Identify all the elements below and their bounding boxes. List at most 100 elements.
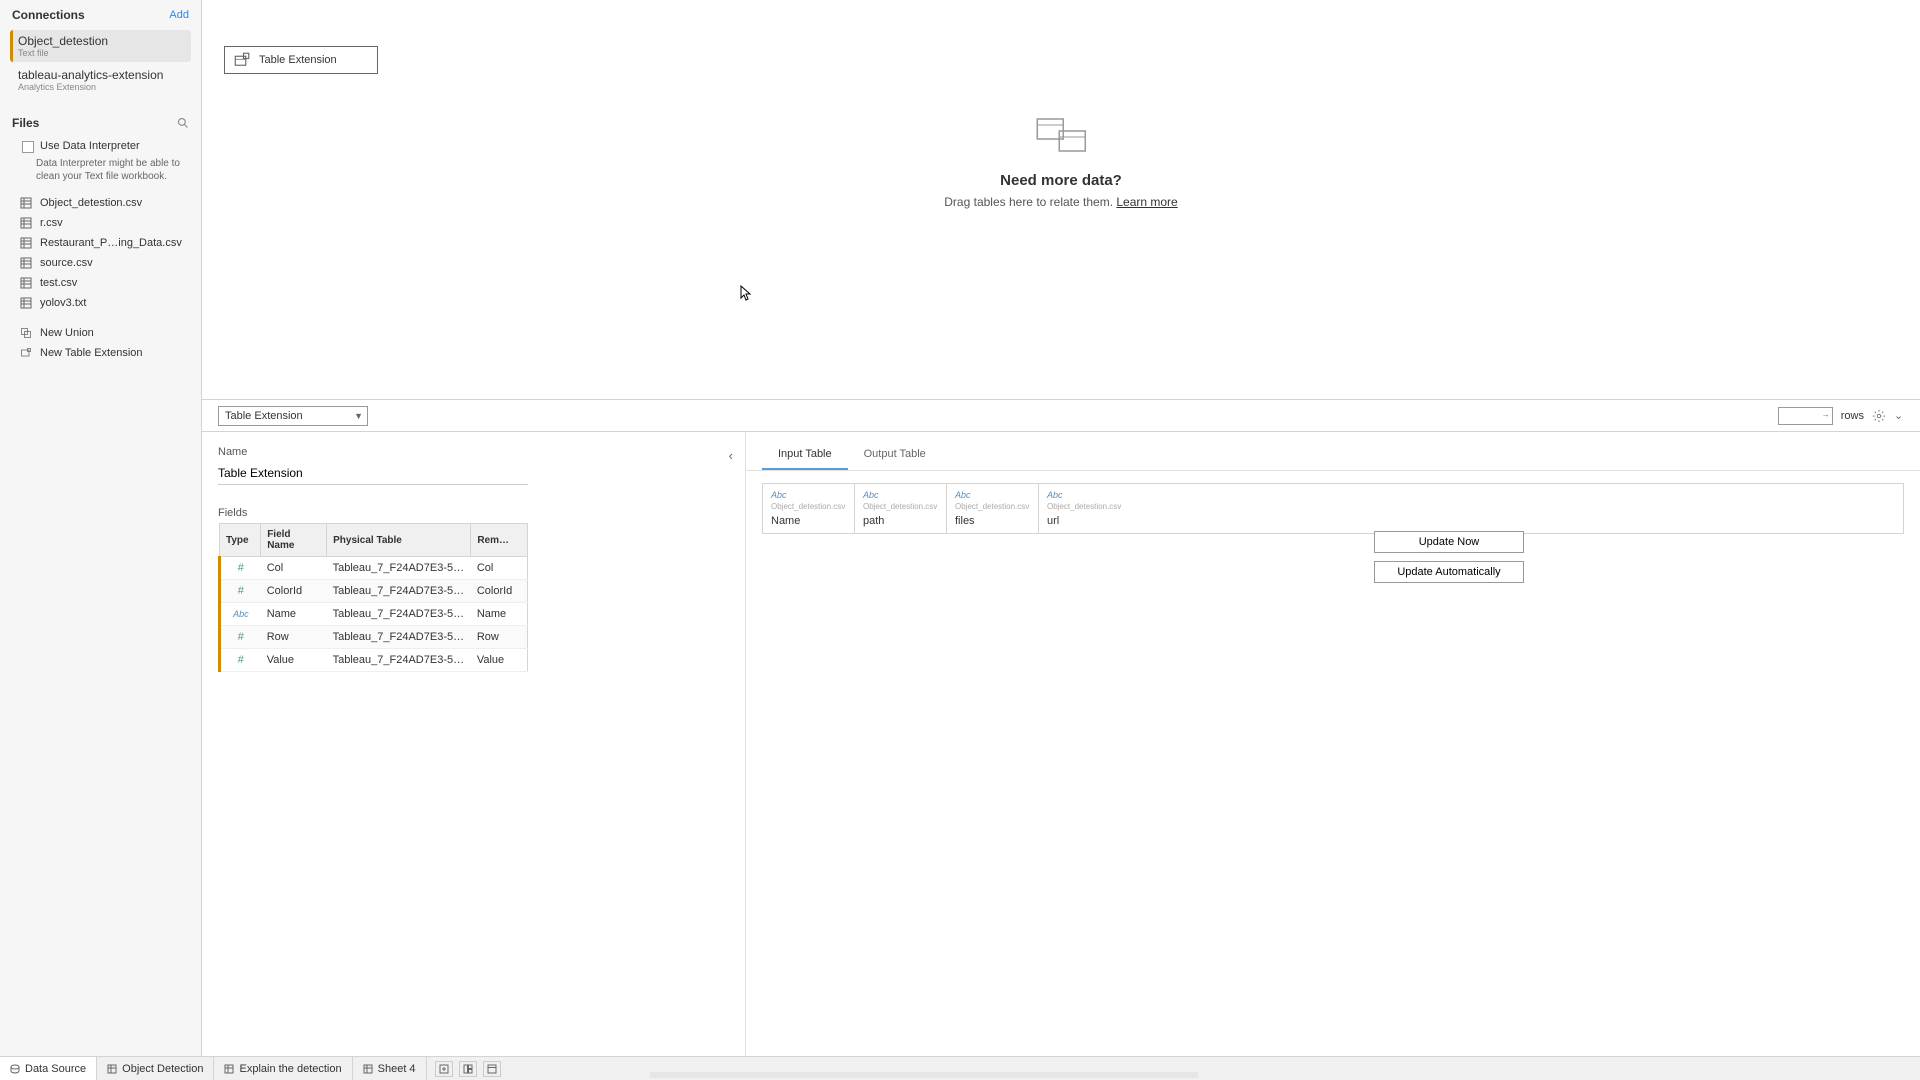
table-icon	[20, 237, 32, 249]
new-table-extension-button[interactable]: New Table Extension	[0, 343, 201, 363]
horizontal-scrollbar[interactable]	[650, 1072, 1198, 1078]
status-worksheet-tab[interactable]: Object Detection	[97, 1057, 214, 1080]
fields-table: Type Field Name Physical Table Rem… #Col…	[218, 523, 528, 672]
status-tab-datasource[interactable]: Data Source	[0, 1057, 97, 1080]
number-type-icon: #	[238, 585, 244, 597]
gear-icon[interactable]	[1872, 409, 1886, 423]
data-model-canvas[interactable]: Table Extension Need more data? Drag tab…	[202, 0, 1920, 400]
rows-label: rows	[1841, 410, 1864, 422]
collapse-panel-button[interactable]: ‹	[729, 448, 733, 463]
column-name: Name	[771, 515, 846, 527]
name-label: Name	[218, 446, 729, 458]
table-icon	[20, 257, 32, 269]
worksheet-icon	[107, 1064, 117, 1074]
worksheet-icon	[363, 1064, 373, 1074]
data-interpreter-help: Data Interpreter might be able to clean …	[0, 155, 201, 193]
column-name: url	[1047, 515, 1123, 527]
file-item[interactable]: r.csv	[0, 213, 201, 233]
table-extension-node[interactable]: Table Extension	[224, 46, 378, 74]
fields-header-fieldname[interactable]: Field Name	[261, 524, 327, 557]
column-name: path	[863, 515, 938, 527]
extension-icon	[20, 347, 32, 359]
column-source: Object_detestion.csv	[955, 502, 1030, 511]
name-input[interactable]	[218, 462, 528, 485]
connection-name: tableau-analytics-extension	[18, 68, 183, 82]
field-row[interactable]: #ValueTableau_7_F24AD7E3-5DA8-…Value	[220, 649, 528, 672]
learn-more-link[interactable]: Learn more	[1116, 195, 1177, 209]
new-union-button[interactable]: New Union	[0, 323, 201, 343]
column-source: Object_detestion.csv	[863, 502, 938, 511]
new-story-button[interactable]	[483, 1061, 501, 1077]
status-worksheet-tab[interactable]: Sheet 4	[353, 1057, 427, 1080]
table-extension-node-label: Table Extension	[259, 54, 337, 66]
file-item[interactable]: Object_detestion.csv	[0, 193, 201, 213]
connection-name: Object_detestion	[18, 34, 183, 48]
column-type-icon: Abc	[1047, 490, 1123, 500]
preview-column[interactable]: Abc Object_detestion.csvpath	[855, 484, 947, 533]
preview-column-headers: AbcObject_detestion.csvNameAbcObject_det…	[762, 483, 1904, 534]
preview-column[interactable]: Abc Object_detestion.csv Name	[763, 484, 855, 533]
table-icon	[20, 197, 32, 209]
main-area: Table Extension Need more data? Drag tab…	[202, 0, 1920, 1056]
empty-state-title: Need more data?	[944, 172, 1177, 189]
file-name: Object_detestion.csv	[40, 197, 142, 209]
datasource-icon	[10, 1064, 20, 1074]
properties-panel: ‹ Name Fields Type Field Name Physical T…	[202, 432, 746, 1056]
file-item[interactable]: source.csv	[0, 253, 201, 273]
empty-state-subtitle: Drag tables here to relate them. Learn m…	[944, 195, 1177, 209]
string-type-icon: Abc	[233, 609, 249, 619]
files-title: Files	[12, 116, 39, 130]
file-name: yolov3.txt	[40, 297, 86, 309]
new-dashboard-button[interactable]	[459, 1061, 477, 1077]
file-item[interactable]: yolov3.txt	[0, 293, 201, 313]
file-name: Restaurant_P…ing_Data.csv	[40, 237, 182, 249]
column-name: files	[955, 515, 1030, 527]
worksheet-icon	[224, 1064, 234, 1074]
table-icon	[20, 277, 32, 289]
fields-header-type[interactable]: Type	[220, 524, 261, 557]
preview-column[interactable]: AbcObject_detestion.csvfiles	[947, 484, 1039, 533]
field-row[interactable]: #RowTableau_7_F24AD7E3-5DA8-…Row	[220, 626, 528, 649]
column-type-icon: Abc	[771, 490, 846, 500]
file-item[interactable]: test.csv	[0, 273, 201, 293]
table-icon	[20, 217, 32, 229]
rows-input[interactable]: →	[1778, 407, 1833, 425]
data-interpreter-label: Use Data Interpreter	[40, 140, 140, 152]
column-type-icon: Abc	[863, 490, 938, 500]
chevron-down-icon: ▼	[354, 411, 363, 421]
update-automatically-button[interactable]: Update Automatically	[1374, 561, 1524, 583]
tab-output-table[interactable]: Output Table	[848, 442, 942, 470]
cursor-icon	[740, 285, 752, 301]
add-connection-button[interactable]: Add	[169, 9, 189, 21]
fields-header-physicaltable[interactable]: Physical Table	[327, 524, 471, 557]
logical-table-selector[interactable]: Table Extension ▼	[218, 406, 368, 426]
new-worksheet-button[interactable]	[435, 1061, 453, 1077]
update-now-button[interactable]: Update Now	[1374, 531, 1524, 553]
connection-item[interactable]: Object_detestionText file	[10, 30, 191, 62]
table-extension-icon	[233, 51, 251, 69]
canvas-empty-state: Need more data? Drag tables here to rela…	[944, 115, 1177, 209]
preview-panel: Input Table Output Table AbcObject_detes…	[746, 432, 1920, 1056]
connection-subtitle: Text file	[18, 48, 183, 58]
preview-column[interactable]: AbcObject_detestion.csvurl	[1039, 484, 1131, 533]
status-worksheet-tab[interactable]: Explain the detection	[214, 1057, 352, 1080]
data-interpreter-checkbox[interactable]	[22, 141, 34, 153]
fields-label: Fields	[218, 507, 729, 519]
field-row[interactable]: #ColorIdTableau_7_F24AD7E3-5DA8-…ColorId	[220, 580, 528, 603]
file-item[interactable]: Restaurant_P…ing_Data.csv	[0, 233, 201, 253]
relate-tables-icon	[1031, 115, 1091, 155]
field-row[interactable]: #ColTableau_7_F24AD7E3-5DA8-…Col	[220, 557, 528, 580]
fields-header-remote[interactable]: Rem…	[471, 524, 528, 557]
file-name: test.csv	[40, 277, 77, 289]
search-icon[interactable]	[177, 117, 189, 129]
expand-icon[interactable]: ⌄	[1894, 409, 1908, 423]
connections-title: Connections	[12, 8, 85, 22]
table-icon	[20, 297, 32, 309]
file-name: source.csv	[40, 257, 93, 269]
connection-item[interactable]: tableau-analytics-extensionAnalytics Ext…	[10, 64, 191, 96]
field-row[interactable]: AbcNameTableau_7_F24AD7E3-5DA8-…Name	[220, 603, 528, 626]
union-icon	[20, 327, 32, 339]
number-type-icon: #	[238, 562, 244, 574]
column-source: Object_detestion.csv	[771, 502, 846, 511]
tab-input-table[interactable]: Input Table	[762, 442, 848, 470]
